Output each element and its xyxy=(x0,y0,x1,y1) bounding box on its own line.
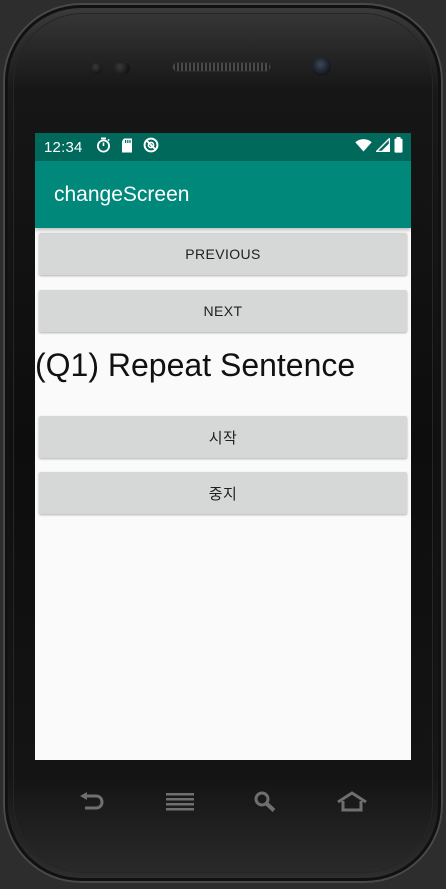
earpiece-speaker xyxy=(173,63,270,71)
battery-icon xyxy=(394,137,403,157)
status-right-icons xyxy=(355,136,403,157)
next-button[interactable]: NEXT xyxy=(39,290,407,332)
back-icon[interactable] xyxy=(73,788,109,816)
app-bar: changeScreen xyxy=(35,161,411,228)
home-icon[interactable] xyxy=(334,788,370,816)
search-icon[interactable] xyxy=(247,788,283,816)
status-time: 12:34 xyxy=(44,138,83,156)
start-button[interactable]: 시작 xyxy=(39,416,407,458)
app-title: changeScreen xyxy=(54,182,190,206)
signal-icon xyxy=(374,136,391,156)
sync-off-icon xyxy=(143,137,159,157)
main-content: PREVIOUS NEXT (Q1) Repeat Sentence 시작 중지 xyxy=(35,228,411,514)
navigation-bar xyxy=(60,788,380,816)
stopwatch-icon xyxy=(96,137,111,157)
stop-button[interactable]: 중지 xyxy=(39,472,407,514)
question-text: (Q1) Repeat Sentence xyxy=(35,347,356,383)
proximity-sensor xyxy=(91,63,102,74)
wifi-icon xyxy=(355,138,372,156)
light-sensor xyxy=(113,63,130,74)
front-camera xyxy=(312,57,331,76)
device-screen: 12:34 changeScreen PREVIOUS NEXT (Q1) Re… xyxy=(35,133,411,760)
sd-card-icon xyxy=(121,138,133,157)
emulator-canvas: 12:34 changeScreen PREVIOUS NEXT (Q1) Re… xyxy=(0,0,446,889)
status-bar: 12:34 xyxy=(35,133,411,161)
menu-icon[interactable] xyxy=(162,788,198,816)
previous-button[interactable]: PREVIOUS xyxy=(39,233,407,275)
